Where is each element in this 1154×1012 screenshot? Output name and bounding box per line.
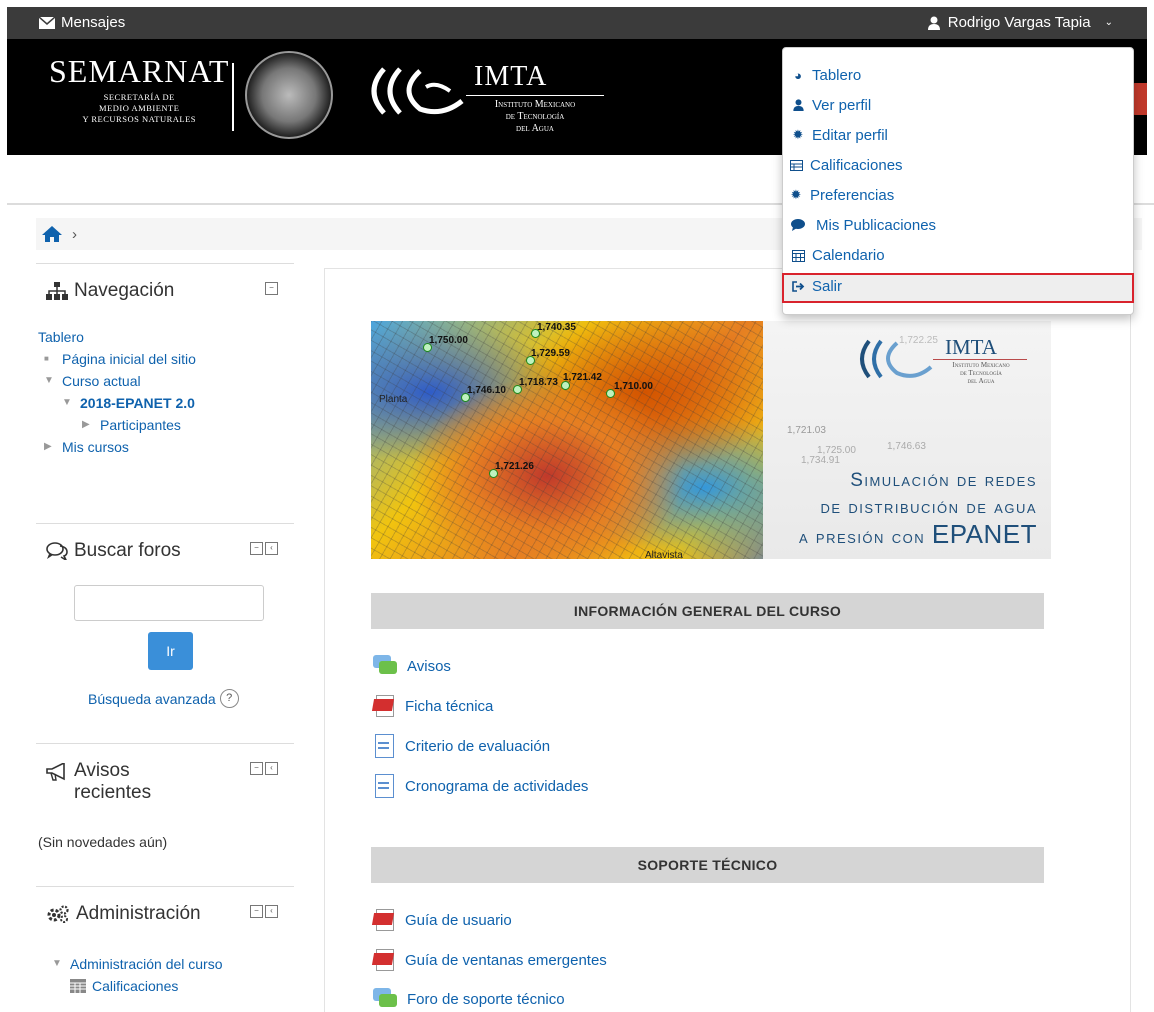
- activity-item[interactable]: Guía de usuario: [371, 909, 512, 931]
- messages-link[interactable]: Mensajes: [39, 14, 125, 31]
- imta-waves-icon: [860, 339, 933, 379]
- messages-label: Mensajes: [61, 14, 126, 31]
- home-icon[interactable]: [42, 226, 62, 242]
- semarnat-logo: SEMARNAT SECRETARÍA DE MEDIO AMBIENTE Y …: [49, 53, 230, 124]
- grades-table-icon: [70, 979, 86, 993]
- expanded-triangle-icon[interactable]: ▼: [62, 392, 74, 414]
- dock-block-button[interactable]: ‹: [265, 762, 278, 775]
- navigation-block: Navegación − Tablero ■ Página inicial del…: [36, 263, 294, 524]
- pdf-icon: [371, 695, 395, 717]
- forum-icon: [373, 655, 397, 677]
- comment-icon: [791, 219, 805, 231]
- no-news-text: (Sin novedades aún): [38, 834, 168, 850]
- menu-item-dashboard[interactable]: ◕ Tablero: [791, 62, 861, 88]
- navigation-title: Navegación: [74, 280, 175, 301]
- recent-news-block: Avisos recientes − ‹ (Sin novedades aún): [36, 743, 294, 887]
- page-icon: [373, 734, 395, 758]
- menu-item-logout[interactable]: Salir: [791, 273, 842, 299]
- activity-item[interactable]: Criterio de evaluación: [373, 734, 550, 758]
- page-icon: [373, 774, 395, 798]
- search-go-button[interactable]: Ir: [148, 632, 193, 670]
- user-dropdown-menu: ◕ Tablero Ver perfil ✹ Editar perfil Calif…: [782, 47, 1134, 315]
- collapse-block-button[interactable]: −: [265, 282, 278, 295]
- user-name: Rodrigo Vargas Tapia: [947, 14, 1091, 31]
- admin-course-administration[interactable]: Administración del curso: [70, 953, 223, 975]
- help-icon[interactable]: ?: [219, 689, 239, 708]
- calendar-icon: [791, 249, 805, 262]
- menu-item-view-profile[interactable]: Ver perfil: [791, 92, 871, 118]
- search-forums-input[interactable]: [74, 585, 264, 621]
- table-icon: [789, 159, 803, 171]
- advanced-search: Búsqueda avanzada ?: [88, 689, 239, 708]
- administration-block: Administración − ‹ ▼ Administración del cu…: [36, 886, 294, 1012]
- pdf-icon: [371, 909, 395, 931]
- pdf-icon: [371, 949, 395, 971]
- forum-icon: [373, 988, 397, 1010]
- activity-item[interactable]: Foro de soporte técnico: [373, 988, 565, 1010]
- collapsed-triangle-icon[interactable]: ▶: [44, 436, 56, 458]
- activity-item[interactable]: Avisos: [373, 655, 451, 677]
- cogs-icon: [47, 905, 69, 923]
- collapse-block-button[interactable]: −: [250, 762, 263, 775]
- nav-item-current-course[interactable]: Curso actual: [62, 370, 141, 392]
- activity-item[interactable]: Cronograma de actividades: [373, 774, 588, 798]
- nav-item-site-home[interactable]: Página inicial del sitio: [62, 348, 196, 370]
- bullhorn-icon: [46, 763, 65, 781]
- course-banner-image: 1,750.00 1,740.35 1,729.59 1,746.10 1,71…: [371, 321, 1051, 559]
- collapsed-triangle-icon[interactable]: ▶: [82, 414, 94, 436]
- advanced-search-link[interactable]: Búsqueda avanzada: [88, 691, 216, 707]
- chevron-down-icon: ⌄: [1104, 17, 1113, 28]
- menu-item-preferences[interactable]: ✹ Preferencias: [789, 182, 895, 208]
- mexico-seal-logo: [245, 51, 333, 139]
- dock-block-button[interactable]: ‹: [265, 905, 278, 918]
- collapse-block-button[interactable]: −: [250, 905, 263, 918]
- sitemap-icon: [46, 282, 68, 300]
- expanded-triangle-icon[interactable]: ▼: [44, 370, 56, 392]
- bullet-icon: ■: [44, 354, 49, 363]
- banner-title: Simulación de redes de distribución de a…: [798, 470, 1037, 549]
- nav-item-course[interactable]: 2018-EPANET 2.0: [80, 392, 195, 414]
- activity-item[interactable]: Guía de ventanas emergentes: [371, 949, 607, 971]
- nav-item-tablero[interactable]: Tablero: [38, 326, 84, 348]
- menu-item-edit-profile[interactable]: ✹ Editar perfil: [791, 122, 888, 148]
- nav-item-my-courses[interactable]: Mis cursos: [62, 436, 129, 458]
- section-title: SOPORTE TÉCNICO: [371, 847, 1044, 883]
- menu-item-calendar[interactable]: Calendario: [791, 242, 885, 268]
- envelope-icon: [39, 16, 55, 29]
- nav-item-participants[interactable]: Participantes: [100, 414, 181, 436]
- imta-waves-icon: [371, 67, 464, 115]
- top-navbar: Mensajes Rodrigo Vargas Tapia ⌄: [7, 7, 1147, 39]
- cog-icon: ✹: [790, 187, 802, 202]
- recent-news-title: Avisos: [74, 760, 130, 781]
- menu-item-my-posts[interactable]: Mis Publicaciones: [791, 212, 936, 238]
- activity-item[interactable]: Ficha técnica: [371, 695, 493, 717]
- section-title: INFORMACIÓN GENERAL DEL CURSO: [371, 593, 1044, 629]
- search-forums-title: Buscar foros: [74, 540, 181, 561]
- administration-title: Administración: [76, 903, 201, 924]
- user-icon: [791, 99, 805, 111]
- logo-divider: [232, 63, 234, 131]
- expanded-triangle-icon[interactable]: ▼: [52, 953, 64, 975]
- user-icon: [927, 16, 940, 30]
- dock-block-button[interactable]: ‹: [265, 542, 278, 555]
- comments-icon: [46, 542, 68, 560]
- admin-grades[interactable]: Calificaciones: [92, 975, 178, 997]
- sign-out-icon: [791, 280, 805, 292]
- cog-icon: ✹: [792, 127, 804, 142]
- menu-item-grades[interactable]: Calificaciones: [789, 152, 903, 178]
- dashboard-icon: ◕: [794, 67, 802, 83]
- collapse-block-button[interactable]: −: [250, 542, 263, 555]
- breadcrumb-separator: ›: [72, 225, 77, 243]
- user-menu-toggle[interactable]: Rodrigo Vargas Tapia ⌄: [927, 14, 1113, 31]
